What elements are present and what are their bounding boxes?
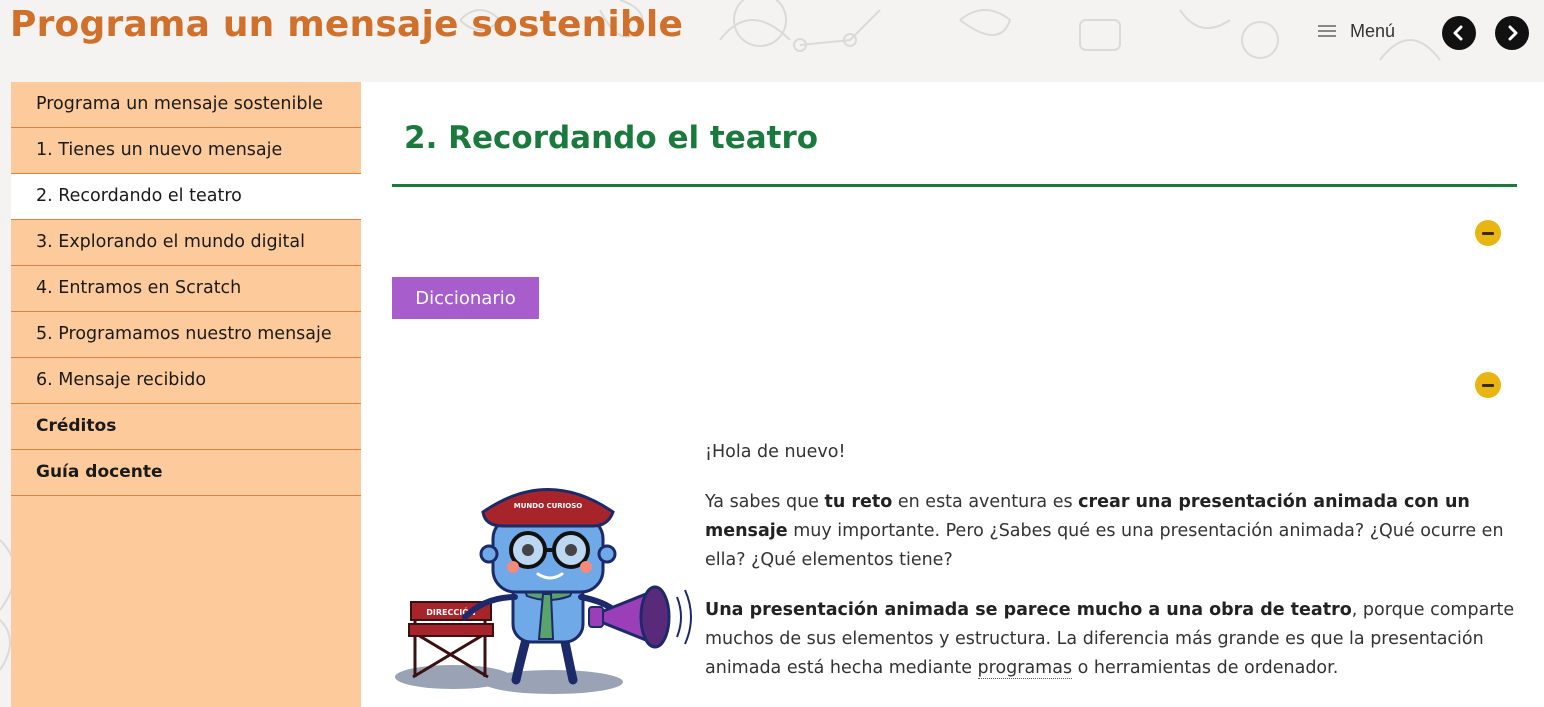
sidebar-item-2-active[interactable]: 2. Recordando el teatro xyxy=(11,174,361,220)
cap-label: MUNDO CURIOSO xyxy=(514,502,583,510)
sidebar-item-6[interactable]: 6. Mensaje recibido xyxy=(11,358,361,404)
dictionary-button[interactable]: Diccionario xyxy=(392,277,539,319)
greeting-paragraph: ¡Hola de nuevo! xyxy=(705,442,846,462)
collapse-section-button[interactable] xyxy=(1475,220,1501,246)
sidebar-item-teacher-guide[interactable]: Guía docente xyxy=(11,450,361,496)
menu-button[interactable]: Menú xyxy=(1318,18,1395,44)
sidebar-item-5[interactable]: 5. Programamos nuestro mensaje xyxy=(11,312,361,358)
page-title: 2. Recordando el teatro xyxy=(404,120,819,156)
director-robot-illustration: DIRECCIÓN MUNDO CURIOSO xyxy=(395,488,692,694)
hamburger-icon xyxy=(1318,24,1340,38)
sidebar-item-3[interactable]: 3. Explorando el mundo digital xyxy=(11,220,361,266)
minus-icon xyxy=(1482,383,1494,387)
lesson-text: ¡Hola de nuevo! Ya sabes que tu reto en … xyxy=(705,438,1520,704)
sidebar-item-home[interactable]: Programa un mensaje sostenible xyxy=(11,82,361,128)
minus-icon xyxy=(1482,231,1494,235)
sidebar-item-1[interactable]: 1. Tienes un nuevo mensaje xyxy=(11,128,361,174)
title-divider xyxy=(392,184,1517,187)
chevron-left-icon xyxy=(1453,25,1463,41)
menu-label: Menú xyxy=(1350,20,1396,41)
collapse-section-button[interactable] xyxy=(1475,372,1501,398)
sidebar-item-credits[interactable]: Créditos xyxy=(11,404,361,450)
glossary-link-programas[interactable]: programas xyxy=(977,658,1073,679)
sidebar-item-4[interactable]: 4. Entramos en Scratch xyxy=(11,266,361,312)
site-title: Programa un mensaje sostenible xyxy=(10,4,684,45)
next-page-button[interactable] xyxy=(1495,16,1529,50)
main-content: 2. Recordando el teatro Diccionario DIRE… xyxy=(361,82,1544,707)
comparison-paragraph: Una presentación animada se parece mucho… xyxy=(705,600,1515,679)
sidebar-nav: Programa un mensaje sostenible 1. Tienes… xyxy=(11,82,361,707)
intro-paragraph: Ya sabes que tu reto en esta aventura es… xyxy=(705,492,1504,570)
chevron-right-icon xyxy=(1508,25,1518,41)
previous-page-button[interactable] xyxy=(1442,16,1476,50)
